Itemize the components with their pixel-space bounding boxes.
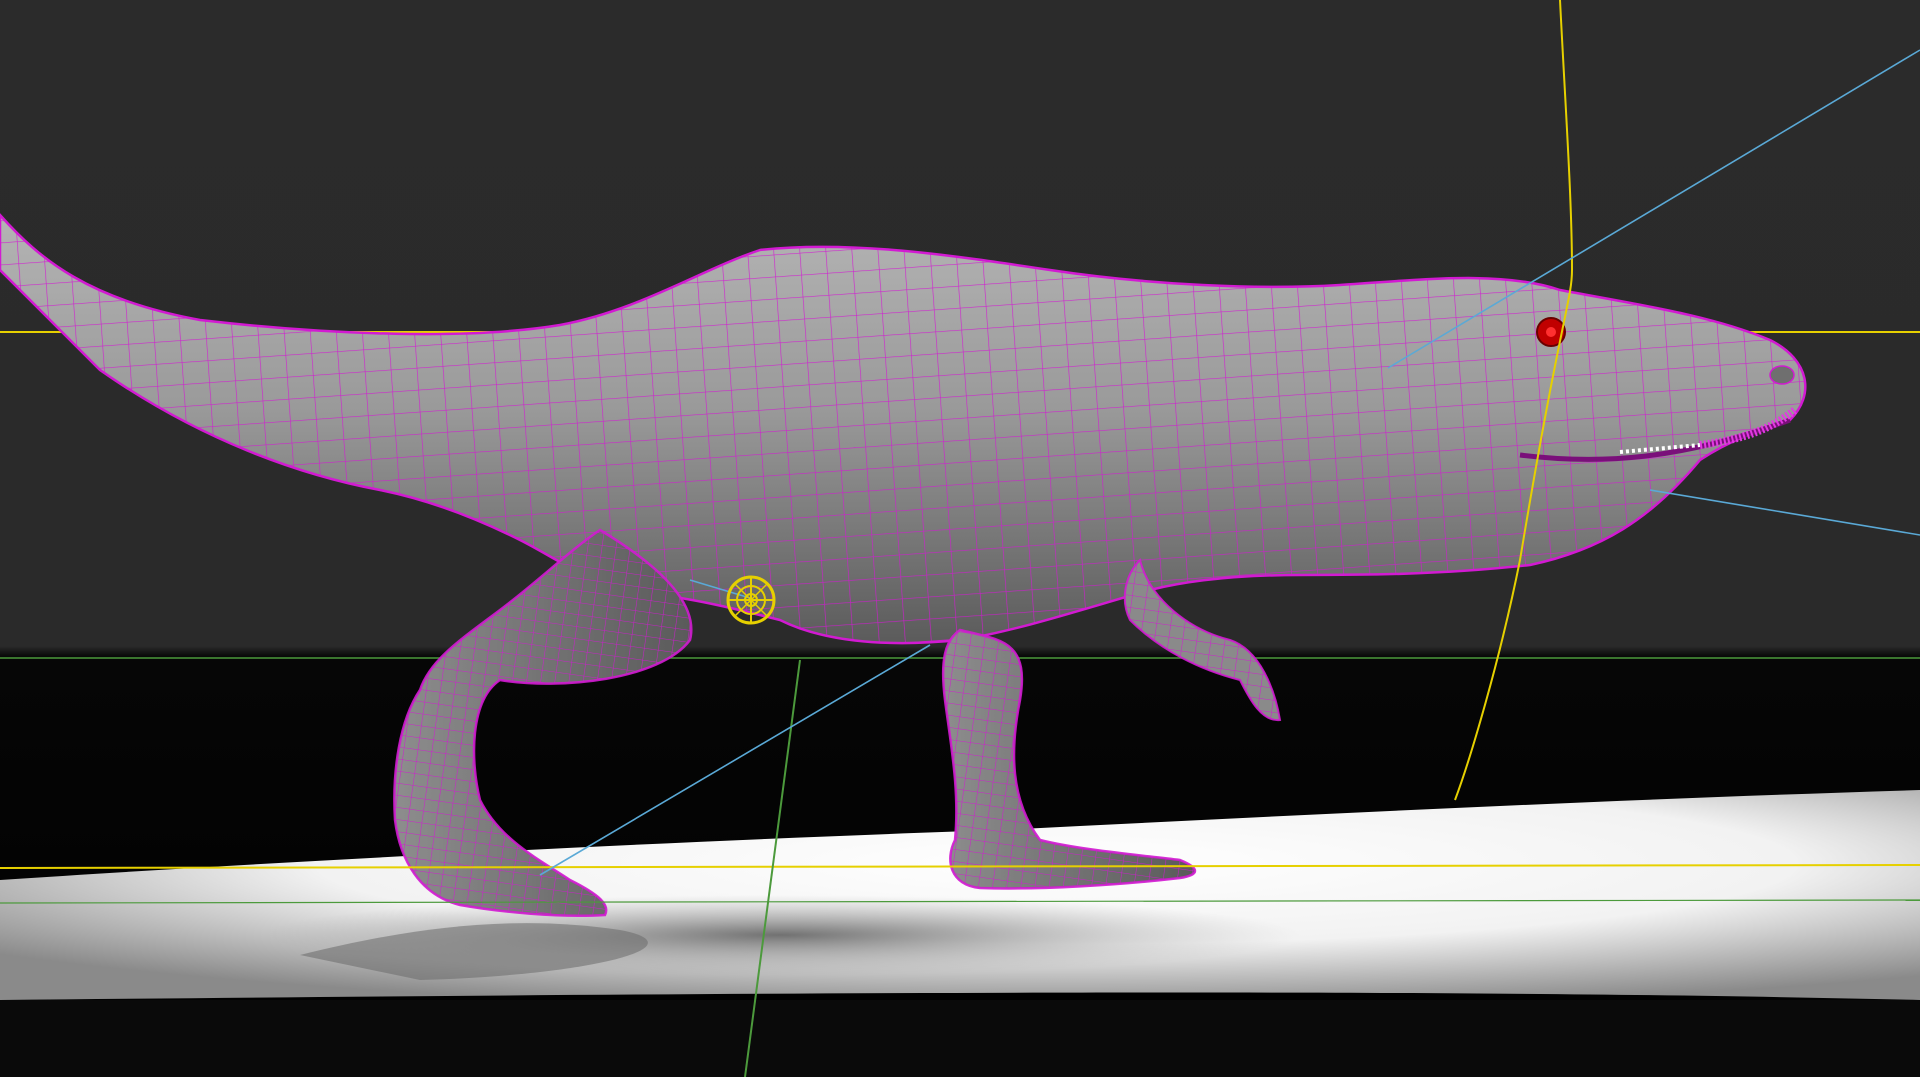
- crosshair-locator-icon[interactable]: [726, 575, 776, 625]
- nostril: [1769, 365, 1795, 385]
- eye-highlight: [1546, 327, 1556, 337]
- floor-dark-edge: [0, 1000, 1920, 1077]
- 3d-viewport[interactable]: [0, 0, 1920, 1077]
- viewport-canvas[interactable]: [0, 0, 1920, 1077]
